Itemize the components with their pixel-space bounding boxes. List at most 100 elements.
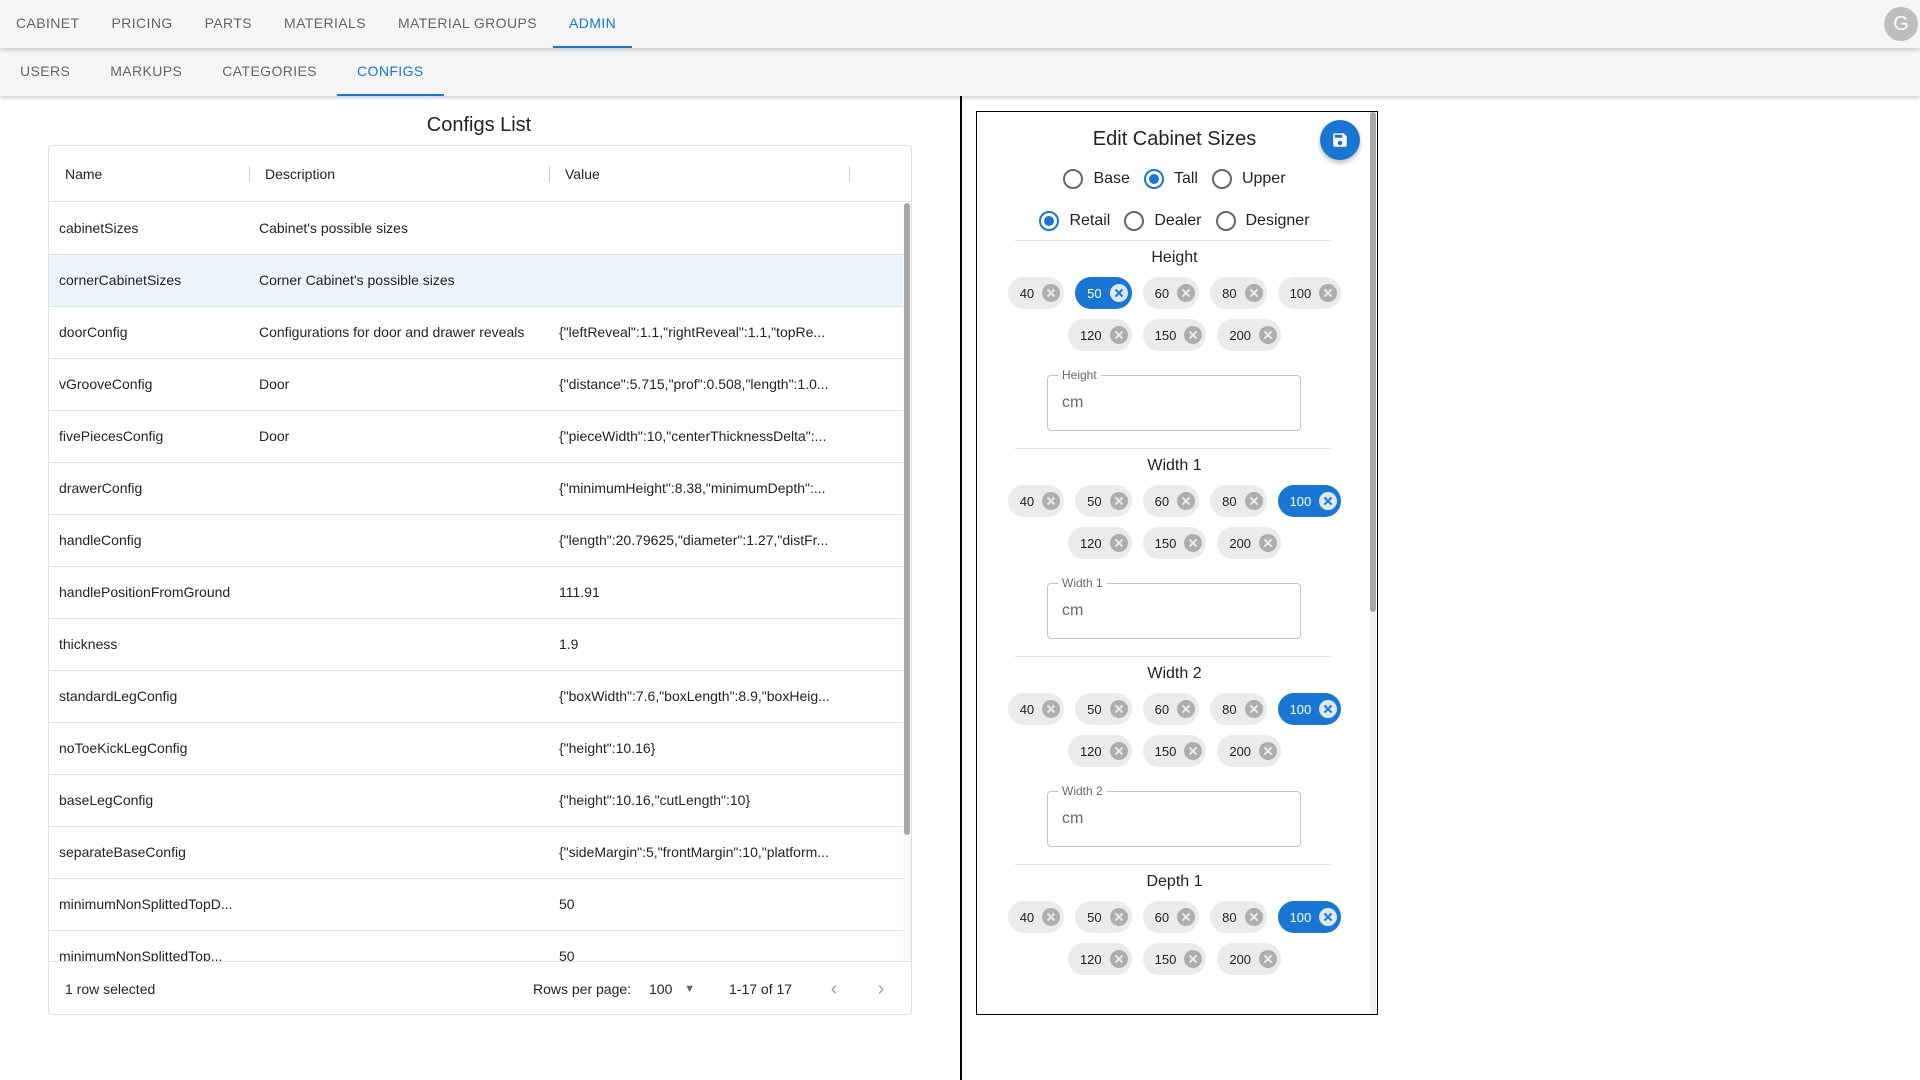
cancel-circle-icon[interactable] — [1319, 284, 1338, 302]
column-header-description[interactable]: Description — [265, 146, 335, 202]
table-row[interactable]: standardLegConfig {"boxWidth":7.6,"boxLen… — [49, 671, 903, 723]
depth-1-chip-100[interactable]: 100 — [1277, 901, 1342, 933]
width-1-chip-50[interactable]: 50 — [1075, 485, 1132, 517]
cancel-circle-icon[interactable] — [1184, 742, 1203, 760]
tab-cabinet[interactable]: CABINET — [0, 0, 95, 48]
tab-material-groups[interactable]: MATERIAL GROUPS — [382, 0, 553, 48]
cancel-circle-icon[interactable] — [1042, 700, 1061, 718]
avatar[interactable]: G — [1884, 7, 1918, 41]
width-1-chip-100[interactable]: 100 — [1277, 485, 1342, 517]
depth-1-chip-200[interactable]: 200 — [1217, 943, 1282, 975]
chevron-left-icon[interactable]: ‹ — [820, 975, 848, 1003]
cancel-circle-icon[interactable] — [1184, 326, 1203, 344]
subtab-categories[interactable]: CATEGORIES — [202, 48, 337, 96]
chevron-right-icon[interactable]: › — [867, 975, 895, 1003]
cancel-circle-icon[interactable] — [1109, 742, 1128, 760]
panel-scrollbar-thumb[interactable] — [1370, 112, 1376, 612]
height-chip-120[interactable]: 120 — [1067, 319, 1132, 351]
column-separator[interactable] — [549, 166, 550, 182]
width-2-chip-60[interactable]: 60 — [1142, 693, 1200, 725]
width-1-chip-40[interactable]: 40 — [1007, 485, 1065, 517]
role-radio-retail[interactable]: Retail — [1039, 207, 1110, 235]
cancel-circle-icon[interactable] — [1109, 492, 1128, 510]
cancel-circle-icon[interactable] — [1244, 492, 1263, 510]
table-row[interactable]: handleConfig {"length":20.79625,"diameter… — [49, 515, 903, 567]
column-header-value[interactable]: Value — [565, 146, 600, 202]
cancel-circle-icon[interactable] — [1319, 700, 1338, 718]
table-row[interactable]: vGrooveConfig Door {"distance":5.715,"prof… — [49, 359, 903, 411]
table-row[interactable]: noToeKickLegConfig {"height":10.16} — [49, 723, 903, 775]
table-row[interactable]: cornerCabinetSizes Corner Cabinet's possi… — [49, 255, 903, 307]
cancel-circle-icon[interactable] — [1319, 492, 1338, 510]
width-1-chip-120[interactable]: 120 — [1067, 527, 1132, 559]
role-radio-dealer[interactable]: Dealer — [1124, 207, 1202, 235]
width-2-chip-50[interactable]: 50 — [1075, 693, 1132, 725]
width-2-chip-120[interactable]: 120 — [1067, 735, 1132, 767]
column-separator[interactable] — [249, 166, 250, 182]
table-row[interactable]: minimumNonSplittedTopD... 50 — [49, 879, 903, 931]
height-chip-80[interactable]: 80 — [1210, 277, 1267, 309]
radio-circle-icon[interactable] — [1211, 169, 1232, 189]
tab-admin[interactable]: ADMIN — [552, 0, 633, 48]
depth-1-chip-50[interactable]: 50 — [1075, 901, 1132, 933]
cancel-circle-icon[interactable] — [1259, 534, 1278, 552]
depth-1-chip-60[interactable]: 60 — [1142, 901, 1200, 933]
cancel-circle-icon[interactable] — [1177, 492, 1196, 510]
width-2-chip-100[interactable]: 100 — [1277, 693, 1342, 725]
width-2-chip-40[interactable]: 40 — [1007, 693, 1065, 725]
panel-scrollbar[interactable] — [1370, 112, 1376, 1014]
depth-1-chip-80[interactable]: 80 — [1210, 901, 1267, 933]
cancel-circle-icon[interactable] — [1184, 534, 1203, 552]
cancel-circle-icon[interactable] — [1177, 908, 1196, 926]
tab-materials[interactable]: MATERIALS — [268, 0, 382, 48]
cancel-circle-icon[interactable] — [1109, 950, 1128, 968]
cancel-circle-icon[interactable] — [1109, 534, 1128, 552]
table-row[interactable]: doorConfig Configurations for door and dr… — [49, 307, 903, 359]
width-2-chip-200[interactable]: 200 — [1217, 735, 1282, 767]
cancel-circle-icon[interactable] — [1319, 908, 1338, 926]
width-1-chip-80[interactable]: 80 — [1210, 485, 1267, 517]
cancel-circle-icon[interactable] — [1184, 950, 1203, 968]
radio-circle-icon[interactable] — [1039, 211, 1060, 231]
width-2-chip-80[interactable]: 80 — [1210, 693, 1267, 725]
save-button[interactable] — [1320, 120, 1360, 160]
cancel-circle-icon[interactable] — [1109, 284, 1128, 302]
role-radio-designer[interactable]: Designer — [1215, 207, 1310, 235]
radio-circle-icon[interactable] — [1124, 211, 1145, 231]
cancel-circle-icon[interactable] — [1259, 326, 1278, 344]
column-separator[interactable] — [849, 166, 850, 182]
type-radio-upper[interactable]: Upper — [1211, 165, 1286, 193]
height-chip-40[interactable]: 40 — [1007, 277, 1065, 309]
height-field[interactable]: Height — [1047, 368, 1301, 431]
height-chip-100[interactable]: 100 — [1277, 277, 1342, 309]
cancel-circle-icon[interactable] — [1042, 492, 1061, 510]
tab-parts[interactable]: PARTS — [189, 0, 268, 48]
cancel-circle-icon[interactable] — [1042, 284, 1061, 302]
radio-circle-icon[interactable] — [1063, 169, 1084, 189]
table-row[interactable]: thickness 1.9 — [49, 619, 903, 671]
width-2-field[interactable]: Width 2 — [1047, 784, 1301, 847]
depth-1-chip-150[interactable]: 150 — [1142, 943, 1207, 975]
grid-scrollbar[interactable] — [903, 203, 911, 961]
type-radio-tall[interactable]: Tall — [1143, 165, 1198, 193]
depth-1-chip-40[interactable]: 40 — [1007, 901, 1065, 933]
table-row[interactable]: separateBaseConfig {"sideMargin":5,"front… — [49, 827, 903, 879]
width-1-input[interactable] — [1048, 584, 1300, 638]
cancel-circle-icon[interactable] — [1177, 700, 1196, 718]
subtab-markups[interactable]: MARKUPS — [90, 48, 202, 96]
depth-1-chip-120[interactable]: 120 — [1067, 943, 1132, 975]
column-header-name[interactable]: Name — [65, 146, 102, 202]
cancel-circle-icon[interactable] — [1109, 700, 1128, 718]
radio-circle-icon[interactable] — [1215, 211, 1236, 231]
cancel-circle-icon[interactable] — [1244, 700, 1263, 718]
cancel-circle-icon[interactable] — [1244, 284, 1263, 302]
table-row[interactable]: handlePositionFromGround 111.91 — [49, 567, 903, 619]
cancel-circle-icon[interactable] — [1109, 908, 1128, 926]
cancel-circle-icon[interactable] — [1259, 950, 1278, 968]
radio-circle-icon[interactable] — [1143, 169, 1164, 189]
width-1-chip-200[interactable]: 200 — [1217, 527, 1282, 559]
height-input[interactable] — [1048, 376, 1300, 430]
type-radio-base[interactable]: Base — [1063, 165, 1130, 193]
table-row[interactable]: fivePiecesConfig Door {"pieceWidth":10,"ce… — [49, 411, 903, 463]
width-1-field[interactable]: Width 1 — [1047, 576, 1301, 639]
